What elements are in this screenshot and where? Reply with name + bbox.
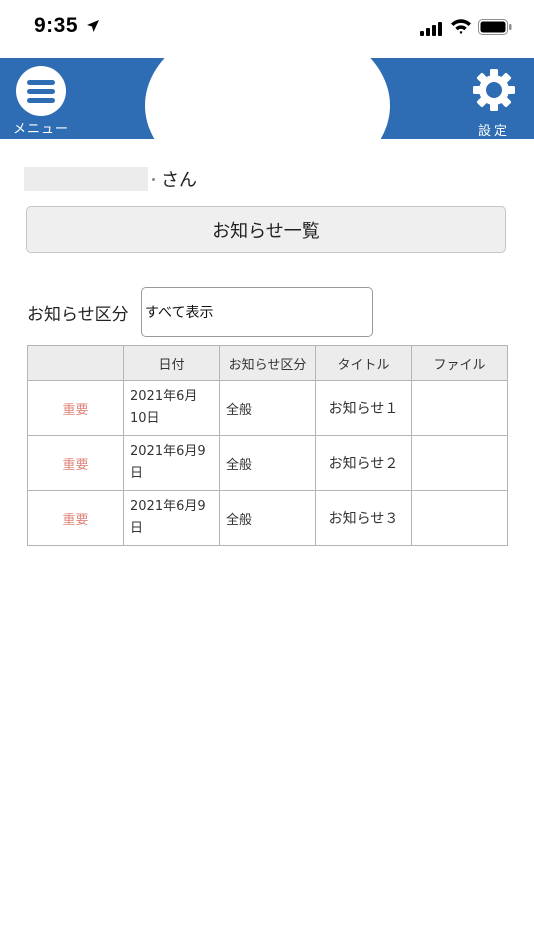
header-date: 日付 <box>123 345 220 381</box>
notice-file <box>411 380 508 436</box>
gear-icon <box>472 68 516 116</box>
notice-title-link[interactable]: お知らせ３ <box>315 490 412 546</box>
status-bar: 9:35 <box>0 0 534 58</box>
wifi-icon <box>450 18 472 39</box>
notice-category: 全般 <box>219 380 316 436</box>
header-importance <box>27 345 124 381</box>
cellular-signal-icon <box>420 21 444 40</box>
table-header-row: 日付 お知らせ区分 タイトル ファイル <box>27 345 508 381</box>
menu-label: メニュー <box>12 122 69 137</box>
notice-category: 全般 <box>219 490 316 546</box>
importance-badge: 重要 <box>27 490 124 546</box>
battery-icon <box>478 19 512 39</box>
settings-label: 設定 <box>477 124 510 139</box>
status-time: 9:35 <box>34 14 79 37</box>
notice-title-link[interactable]: お知らせ１ <box>315 380 412 436</box>
table-row[interactable]: 重要 2021年6月10日 全般 お知らせ１ <box>27 380 508 436</box>
user-name-redacted <box>24 167 148 191</box>
separator-dot <box>152 177 155 181</box>
table-row[interactable]: 重要 2021年6月9日 全般 お知らせ３ <box>27 490 508 546</box>
filter-label: お知らせ区分 <box>27 305 129 325</box>
app-screen: 9:35 メニュー 設定 さん お知らせ一覧 お知らせ区分 すべて表示 日付 お… <box>0 0 534 950</box>
menu-button[interactable]: メニュー <box>8 64 74 138</box>
app-header: メニュー 設定 <box>0 58 534 139</box>
notice-category: 全般 <box>219 435 316 491</box>
header-category: お知らせ区分 <box>219 345 316 381</box>
notice-date: 2021年6月9日 <box>123 490 220 546</box>
hamburger-icon <box>16 66 66 116</box>
notice-date: 2021年6月9日 <box>123 435 220 491</box>
notice-table: 日付 お知らせ区分 タイトル ファイル 重要 2021年6月10日 全般 お知ら… <box>27 345 508 546</box>
notice-title-link[interactable]: お知らせ２ <box>315 435 412 491</box>
notice-file <box>411 435 508 491</box>
settings-button[interactable]: 設定 <box>466 66 522 139</box>
notice-date: 2021年6月10日 <box>123 380 220 436</box>
importance-badge: 重要 <box>27 380 124 436</box>
header-file: ファイル <box>411 345 508 381</box>
greeting-suffix: さん <box>161 170 197 191</box>
location-arrow-icon <box>86 18 100 37</box>
importance-badge: 重要 <box>27 435 124 491</box>
notice-file <box>411 490 508 546</box>
table-row[interactable]: 重要 2021年6月9日 全般 お知らせ２ <box>27 435 508 491</box>
category-filter-select[interactable]: すべて表示 <box>141 287 373 337</box>
user-greeting: さん <box>24 166 197 192</box>
header-logo-area <box>145 58 390 139</box>
header-title: タイトル <box>315 345 412 381</box>
notice-list-button[interactable]: お知らせ一覧 <box>26 206 506 253</box>
